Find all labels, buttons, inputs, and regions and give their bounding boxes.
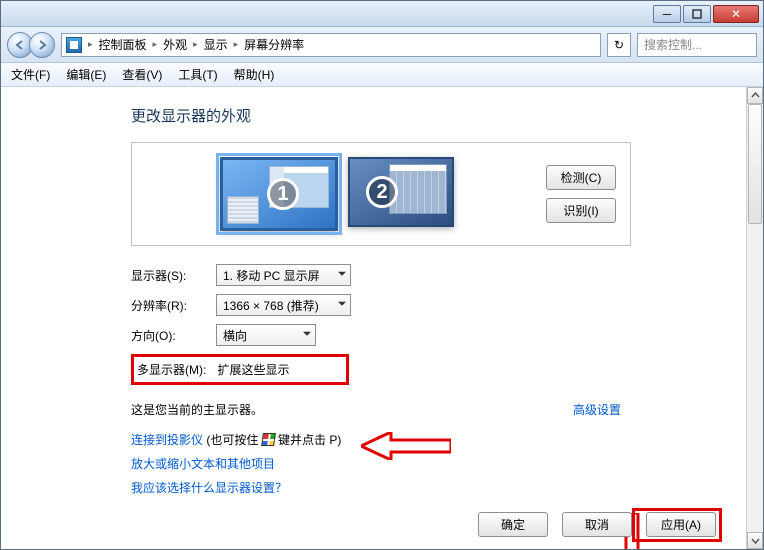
- crumb-sep-icon: ▸: [234, 39, 239, 50]
- scroll-track[interactable]: [747, 104, 763, 532]
- menu-view[interactable]: 查看(V): [122, 66, 162, 83]
- crumb-display[interactable]: 显示: [204, 36, 228, 53]
- title-bar: ─ ✕: [1, 1, 763, 27]
- minimize-icon: ─: [663, 8, 672, 20]
- select-resolution[interactable]: 1366 × 768 (推荐): [216, 294, 351, 316]
- monitor-1-number: 1: [267, 178, 299, 210]
- identify-button-label: 识别(I): [563, 204, 598, 218]
- forward-button[interactable]: [29, 32, 55, 58]
- label-display: 显示器(S):: [131, 267, 206, 284]
- settings-form: 显示器(S): 1. 移动 PC 显示屏 分辨率(R): 1366 × 768 …: [131, 264, 631, 500]
- search-input[interactable]: 搜索控制...: [637, 33, 757, 57]
- projector-link[interactable]: 连接到投影仪: [131, 433, 203, 447]
- preview-side-buttons: 检测(C) 识别(I): [546, 165, 616, 223]
- refresh-button[interactable]: ↻: [607, 33, 631, 57]
- nav-buttons: [7, 32, 55, 58]
- select-display-value: 1. 移动 PC 显示屏: [223, 267, 320, 284]
- crumb-sep-icon: ▸: [193, 39, 198, 50]
- page-title: 更改显示器的外观: [131, 105, 746, 126]
- menu-bar: 文件(F) 编辑(E) 查看(V) 工具(T) 帮助(H): [1, 63, 763, 87]
- maximize-button[interactable]: [683, 5, 711, 23]
- label-orientation: 方向(O):: [131, 327, 206, 344]
- crumb-control-panel[interactable]: 控制面板: [99, 36, 147, 53]
- crumb-sep-icon: ▸: [153, 39, 158, 50]
- select-multiple-displays[interactable]: 扩展这些显示: [218, 361, 340, 378]
- annotation-arrow-left-icon: [361, 432, 451, 460]
- scroll-down-button[interactable]: [747, 532, 763, 549]
- vertical-scrollbar[interactable]: [746, 87, 763, 549]
- maximize-icon: [692, 9, 702, 19]
- primary-display-note-text: 这是您当前的主显示器。: [131, 403, 263, 417]
- chevron-down-icon: [751, 536, 760, 545]
- content-pane: 更改显示器的外观 1 2 检测(C) 识别(I) 显示器(S):: [1, 87, 746, 549]
- crumb-sep-icon: ▸: [88, 39, 93, 50]
- back-arrow-icon: [14, 39, 26, 51]
- dialog-footer-buttons: 确定 取消 应用(A): [478, 512, 716, 537]
- select-multiple-displays-value: 扩展这些显示: [218, 363, 290, 377]
- display-preview-box: 1 2 检测(C) 识别(I): [131, 142, 631, 246]
- cancel-button-label: 取消: [585, 518, 609, 532]
- address-bar[interactable]: ▸ 控制面板 ▸ 外观 ▸ 显示 ▸ 屏幕分辨率: [61, 33, 601, 57]
- apply-button[interactable]: 应用(A): [646, 512, 716, 537]
- monitor-layout[interactable]: 1 2: [146, 157, 528, 231]
- monitor-1[interactable]: 1: [220, 157, 338, 231]
- ok-button-label: 确定: [501, 518, 525, 532]
- label-multiple-displays: 多显示器(M):: [134, 361, 208, 378]
- menu-edit[interactable]: 编辑(E): [66, 66, 106, 83]
- menu-help[interactable]: 帮助(H): [234, 66, 275, 83]
- select-orientation[interactable]: 横向: [216, 324, 316, 346]
- projector-hint-b: 键并点击 P): [275, 433, 342, 447]
- close-button[interactable]: ✕: [713, 5, 759, 23]
- row-orientation: 方向(O): 横向: [131, 324, 631, 346]
- row-display: 显示器(S): 1. 移动 PC 显示屏: [131, 264, 631, 286]
- which-settings-link[interactable]: 我应该选择什么显示器设置？: [131, 481, 287, 495]
- advanced-settings-link[interactable]: 高级设置: [573, 401, 621, 418]
- select-resolution-value: 1366 × 768 (推荐): [223, 297, 319, 314]
- content-area: 更改显示器的外观 1 2 检测(C) 识别(I) 显示器(S):: [1, 87, 763, 549]
- crumb-screen-resolution[interactable]: 屏幕分辨率: [244, 36, 304, 53]
- scroll-up-button[interactable]: [747, 87, 763, 104]
- projector-hint-a: (也可按住: [203, 433, 262, 447]
- search-placeholder: 搜索控制...: [644, 36, 702, 53]
- select-orientation-value: 横向: [223, 327, 247, 344]
- crumb-appearance[interactable]: 外观: [163, 36, 187, 53]
- text-size-link[interactable]: 放大或缩小文本和其他项目: [131, 457, 275, 471]
- detect-button-label: 检测(C): [561, 171, 602, 185]
- apply-button-label: 应用(A): [661, 518, 701, 532]
- nav-toolbar: ▸ 控制面板 ▸ 外观 ▸ 显示 ▸ 屏幕分辨率 ↻ 搜索控制...: [1, 27, 763, 63]
- window-frame: ─ ✕ ▸ 控制面板 ▸ 外观 ▸ 显示 ▸ 屏幕分辨率: [0, 0, 764, 550]
- chevron-up-icon: [751, 91, 760, 100]
- monitor-2-number: 2: [366, 176, 398, 208]
- menu-tools[interactable]: 工具(T): [178, 66, 217, 83]
- refresh-icon: ↻: [614, 38, 624, 52]
- identify-button[interactable]: 识别(I): [546, 198, 616, 223]
- forward-arrow-icon: [36, 39, 48, 51]
- control-panel-icon: [66, 37, 82, 53]
- row-resolution: 分辨率(R): 1366 × 768 (推荐): [131, 294, 631, 316]
- primary-display-note: 这是您当前的主显示器。 高级设置: [131, 401, 631, 418]
- cancel-button[interactable]: 取消: [562, 512, 632, 537]
- detect-button[interactable]: 检测(C): [546, 165, 616, 190]
- multiple-displays-highlight: 多显示器(M): 扩展这些显示: [131, 354, 349, 385]
- close-icon: ✕: [731, 8, 741, 20]
- monitor-2[interactable]: 2: [348, 157, 454, 227]
- ok-button[interactable]: 确定: [478, 512, 548, 537]
- menu-file[interactable]: 文件(F): [11, 66, 50, 83]
- windows-key-icon: [261, 433, 276, 446]
- scroll-thumb[interactable]: [748, 104, 762, 224]
- select-display[interactable]: 1. 移动 PC 显示屏: [216, 264, 351, 286]
- minimize-button[interactable]: ─: [653, 5, 681, 23]
- label-resolution: 分辨率(R):: [131, 297, 206, 314]
